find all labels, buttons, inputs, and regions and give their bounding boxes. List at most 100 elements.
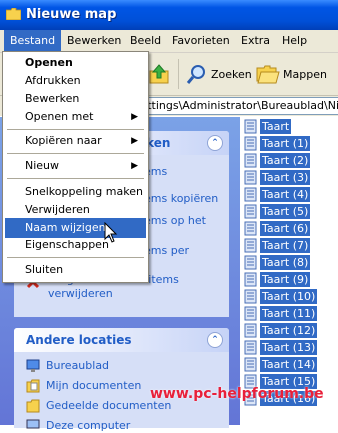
file-name: Taart	[260, 119, 292, 134]
task-fragment-2[interactable]: ems kopiëren	[144, 192, 218, 205]
title-bar[interactable]: Nieuwe map	[0, 0, 338, 30]
task-fragment-4[interactable]: ems per	[144, 244, 189, 257]
menu-item-close[interactable]: Sluiten	[5, 260, 146, 280]
file-name: Taart (3)	[260, 170, 311, 185]
menu-item-delete[interactable]: Verwijderen	[5, 200, 146, 220]
mouse-cursor-icon	[104, 222, 118, 243]
place-my-documents-label: Mijn documenten	[46, 379, 142, 392]
menu-separator	[7, 129, 144, 130]
file-name: Taart (11)	[260, 306, 318, 321]
file-item[interactable]: Taart (7)	[244, 237, 311, 254]
file-item[interactable]: Taart (6)	[244, 220, 311, 237]
text-file-icon	[244, 255, 257, 270]
menu-separator	[7, 257, 144, 258]
menu-item-properties[interactable]: Eigenschappen	[5, 235, 146, 255]
place-my-documents[interactable]: Mijn documenten	[26, 379, 141, 393]
menu-separator	[7, 153, 144, 154]
toolbar-separator	[178, 59, 179, 89]
file-item[interactable]: Taart (3)	[244, 169, 311, 186]
file-name: Taart (9)	[260, 272, 311, 287]
menu-item-print[interactable]: Afdrukken	[5, 71, 146, 91]
search-button[interactable]: Zoeken	[186, 59, 252, 89]
menu-bewerken[interactable]: Bewerken	[61, 30, 127, 52]
submenu-arrow-icon: ▶	[131, 136, 138, 146]
menu-extra[interactable]: Extra	[235, 30, 276, 52]
submenu-arrow-icon: ▶	[131, 112, 138, 122]
folders-icon	[256, 65, 280, 84]
other-places-title: Andere locaties	[26, 333, 132, 347]
search-icon	[186, 65, 205, 84]
file-item[interactable]: Taart (8)	[244, 254, 311, 271]
menu-item-print-label: Afdrukken	[25, 74, 81, 87]
file-name: Taart (4)	[260, 187, 311, 202]
desktop-icon	[26, 359, 40, 372]
file-item[interactable]: Taart (10)	[244, 288, 318, 305]
text-file-icon	[244, 204, 257, 219]
file-item[interactable]: Taart	[244, 118, 292, 135]
text-file-icon	[244, 221, 257, 236]
menu-item-properties-label: Eigenschappen	[25, 238, 109, 251]
file-name: Taart (2)	[260, 153, 311, 168]
task-fragment-3[interactable]: ems op het	[144, 214, 206, 227]
text-file-icon	[244, 187, 257, 202]
text-file-icon	[244, 272, 257, 287]
file-name: Taart (6)	[260, 221, 311, 236]
file-name: Taart (5)	[260, 204, 311, 219]
submenu-arrow-icon: ▶	[131, 161, 138, 171]
file-name: Taart (13)	[260, 340, 318, 355]
menu-item-delete-label: Verwijderen	[25, 203, 90, 216]
text-file-icon	[244, 136, 257, 151]
collapse-other-places-button[interactable]: ⌃	[207, 332, 223, 348]
folder-icon	[6, 8, 21, 20]
place-my-computer-label: Deze computer	[46, 419, 131, 432]
menu-bestand[interactable]: Bestand	[4, 30, 62, 52]
other-places-header[interactable]: Andere locaties ⌃	[14, 328, 229, 352]
file-item[interactable]: Taart (11)	[244, 305, 318, 322]
menu-item-create-shortcut-label: Snelkoppeling maken	[25, 185, 143, 198]
text-file-icon	[244, 153, 257, 168]
file-list: Taart Taart (1) Taart (2) Taart (3) Taart (4…	[240, 117, 338, 425]
menu-favorieten[interactable]: Favorieten	[166, 30, 236, 52]
file-item[interactable]: Taart (13)	[244, 339, 318, 356]
place-my-computer[interactable]: Deze computer	[26, 419, 130, 433]
file-item[interactable]: Taart (2)	[244, 152, 311, 169]
folders-button[interactable]: Mappen	[256, 59, 327, 89]
file-name: Taart (8)	[260, 255, 311, 270]
file-item[interactable]: Taart (1)	[244, 135, 311, 152]
menu-beeld[interactable]: Beeld	[124, 30, 167, 52]
menu-item-open-with[interactable]: Openen met ▶	[5, 107, 146, 127]
up-folder-button[interactable]	[148, 59, 170, 89]
watermark-text: www.pc-helpforum.be	[150, 386, 324, 402]
text-file-icon	[244, 119, 257, 134]
file-item[interactable]: Taart (4)	[244, 186, 311, 203]
file-name: Taart (10)	[260, 289, 318, 304]
menu-item-close-label: Sluiten	[25, 263, 64, 276]
folders-label: Mappen	[283, 67, 327, 81]
file-item[interactable]: Taart (9)	[244, 271, 311, 288]
menu-item-copy-to[interactable]: Kopiëren naar ▶	[5, 131, 146, 151]
file-item[interactable]: Taart (14)	[244, 356, 318, 373]
menu-bar: Bestand Bewerken Beeld Favorieten Extra …	[0, 30, 338, 53]
address-field[interactable]: d Settings\Administrator\Bureaublad\Nie	[120, 97, 338, 115]
file-name: Taart (7)	[260, 238, 311, 253]
menu-item-new[interactable]: Nieuw ▶	[5, 156, 146, 176]
search-label: Zoeken	[211, 67, 252, 81]
menu-item-rename-label: Naam wijzigen	[25, 221, 106, 234]
file-item[interactable]: Taart (5)	[244, 203, 311, 220]
my-documents-icon	[26, 379, 40, 393]
text-file-icon	[244, 289, 257, 304]
menu-item-open-label: Openen	[25, 56, 73, 69]
menu-item-open-with-label: Openen met	[25, 110, 94, 123]
menu-separator	[7, 178, 144, 179]
file-item[interactable]: Taart (12)	[244, 322, 318, 339]
menu-help[interactable]: Help	[276, 30, 313, 52]
file-name: Taart (12)	[260, 323, 318, 338]
text-file-icon	[244, 323, 257, 338]
menu-item-create-shortcut[interactable]: Snelkoppeling maken	[5, 182, 146, 202]
collapse-file-tasks-button[interactable]: ⌃	[207, 135, 223, 151]
menu-item-new-label: Nieuw	[25, 159, 60, 172]
place-desktop[interactable]: Bureaublad	[26, 359, 109, 373]
menu-item-open[interactable]: Openen	[5, 53, 146, 73]
text-file-icon	[244, 170, 257, 185]
menu-item-edit[interactable]: Bewerken	[5, 89, 146, 109]
